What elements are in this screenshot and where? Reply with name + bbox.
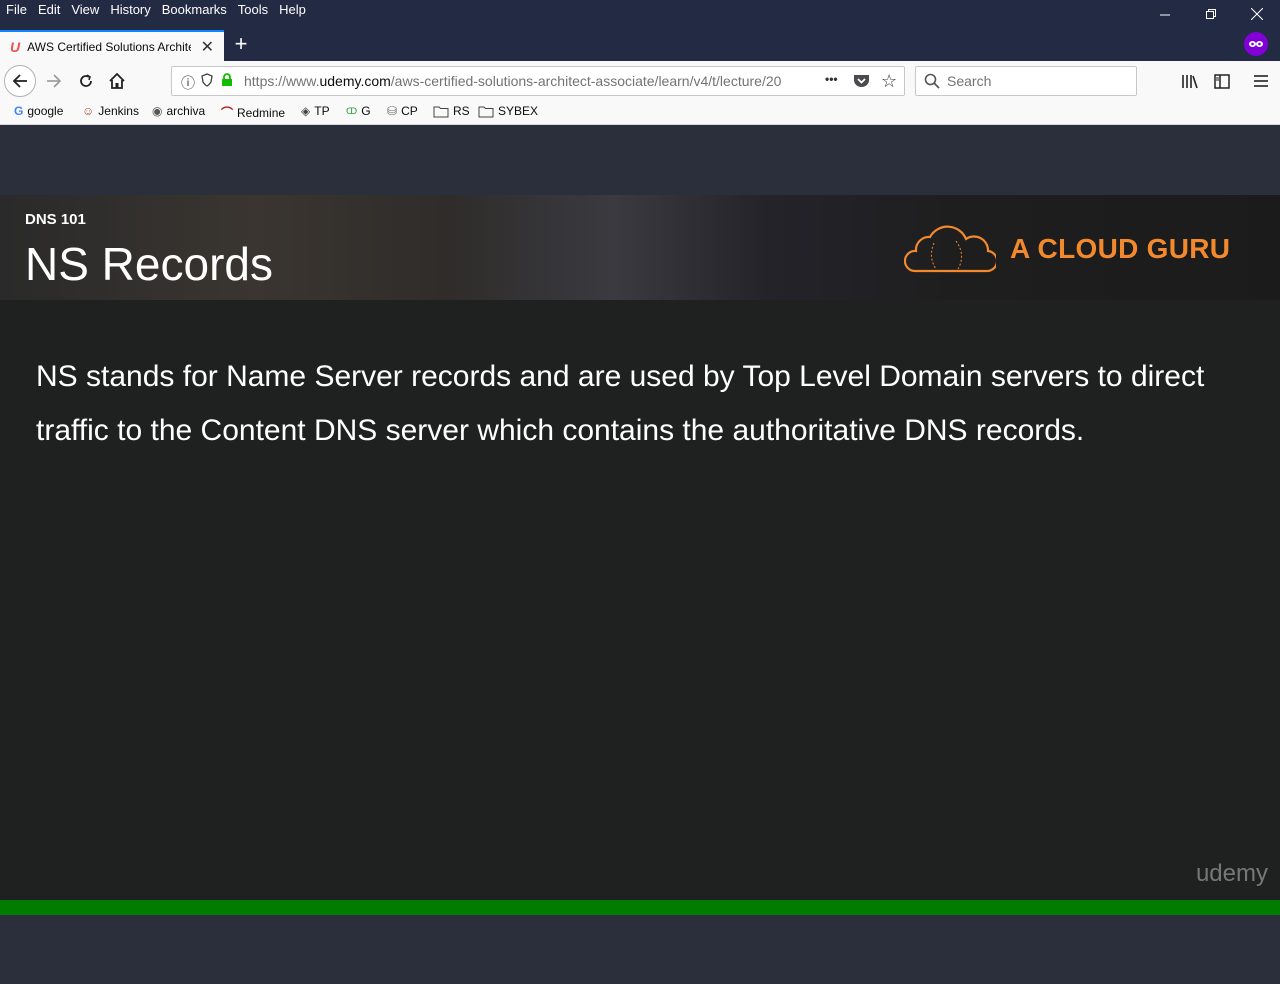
search-placeholder: Search xyxy=(947,73,992,89)
udemy-watermark: udemy xyxy=(1195,860,1268,887)
udemy-favicon-icon: U xyxy=(10,38,21,55)
url-prefix: https://www. xyxy=(244,73,320,89)
bookmark-label: RS xyxy=(453,104,470,118)
bookmark-folder-sybex[interactable]: SYBEX xyxy=(478,104,538,118)
page-actions-button[interactable]: ••• xyxy=(825,72,838,86)
archiva-icon: ◉ xyxy=(152,104,163,118)
video-player[interactable]: DNS 101 NS Records A CLOUD GURU NS stand… xyxy=(0,125,1280,984)
minimize-button[interactable] xyxy=(1142,0,1188,28)
sidebar-button[interactable] xyxy=(1207,66,1237,96)
bookmark-label: Redmine xyxy=(237,105,286,120)
sidebar-icon xyxy=(1214,73,1230,89)
slide-topic: DNS 101 xyxy=(25,211,86,228)
nav-bar: ⓘ https://www.udemy.com/aws-certified-so… xyxy=(0,61,1280,101)
search-input[interactable]: Search xyxy=(915,66,1137,96)
menu-bar: File Edit View History Bookmarks Tools H… xyxy=(0,0,1280,28)
hamburger-icon xyxy=(1254,75,1268,87)
a-cloud-guru-logo: A CLOUD GURU xyxy=(904,223,1230,275)
lock-icon[interactable] xyxy=(221,73,233,90)
slide-body: NS stands for Name Server records and ar… xyxy=(36,350,1266,458)
tab-bar: U AWS Certified Solutions Architect ✕ + xyxy=(0,28,1280,61)
google-icon: G xyxy=(14,104,24,118)
library-icon xyxy=(1182,75,1198,89)
window-close-button[interactable] xyxy=(1234,0,1280,28)
folder-icon xyxy=(478,106,494,117)
bookmark-label: CP xyxy=(401,104,418,118)
tab-close-icon[interactable]: ✕ xyxy=(201,37,214,57)
bookmark-label: Jenkins xyxy=(98,104,139,118)
cp-icon: ⛁ xyxy=(387,104,398,118)
redmine-icon: ⌒ xyxy=(221,106,234,120)
url-bar[interactable]: ⓘ https://www.udemy.com/aws-certified-so… xyxy=(171,66,905,96)
new-tab-button[interactable]: + xyxy=(230,31,252,57)
reload-button[interactable] xyxy=(71,66,101,96)
slide-banner: DNS 101 NS Records A CLOUD GURU xyxy=(0,195,1280,300)
tab-active[interactable]: U AWS Certified Solutions Architect ✕ xyxy=(0,30,224,61)
back-button[interactable] xyxy=(4,65,36,97)
restore-icon xyxy=(1205,8,1216,19)
bookmark-google[interactable]: G google xyxy=(14,104,63,118)
bookmark-redmine[interactable]: ⌒ Redmine xyxy=(221,104,285,121)
logo-text: A CLOUD GURU xyxy=(1010,233,1231,264)
video-progress-bar[interactable] xyxy=(0,900,1280,915)
hamburger-menu-button[interactable] xyxy=(1246,66,1276,96)
restore-button[interactable] xyxy=(1188,0,1234,28)
bookmark-label: google xyxy=(27,104,64,118)
bookmark-jenkins[interactable]: ☺ Jenkins xyxy=(82,104,139,118)
bookmark-g[interactable]: ↀ G xyxy=(346,104,371,118)
menu-help[interactable]: Help xyxy=(279,2,306,17)
tracking-shield-icon[interactable] xyxy=(201,73,213,90)
url-text[interactable]: https://www.udemy.com/aws-certified-solu… xyxy=(244,73,789,89)
slide-body-line: traffic to the Content DNS server which … xyxy=(36,414,1085,447)
bookmark-label: TP xyxy=(314,104,330,118)
folder-icon xyxy=(433,106,449,117)
menu-view[interactable]: View xyxy=(71,2,99,17)
bookmark-label: SYBEX xyxy=(498,104,539,118)
slide-heading: NS Records xyxy=(25,238,273,290)
bookmark-cp[interactable]: ⛁ CP xyxy=(387,104,418,118)
tab-title: AWS Certified Solutions Architect xyxy=(27,39,192,54)
menu-history[interactable]: History xyxy=(110,2,150,17)
bookmark-archiva[interactable]: ◉ archiva xyxy=(152,104,205,118)
forward-button[interactable] xyxy=(39,66,69,96)
bookmark-tp[interactable]: ◈ TP xyxy=(301,104,330,118)
slide-body-line: NS stands for Name Server records and ar… xyxy=(36,360,1205,393)
info-icon[interactable]: ⓘ xyxy=(181,73,195,93)
lecture-slide: DNS 101 NS Records A CLOUD GURU NS stand… xyxy=(0,195,1280,900)
search-icon xyxy=(924,73,940,89)
home-icon xyxy=(109,73,125,89)
menu-bookmarks[interactable]: Bookmarks xyxy=(162,2,227,17)
url-domain: udemy.com xyxy=(319,73,391,89)
bookmark-label: G xyxy=(361,104,371,118)
url-path: /aws-certified-solutions-architect-assoc… xyxy=(390,73,782,89)
menu-file[interactable]: File xyxy=(6,2,27,17)
home-button[interactable] xyxy=(102,66,132,96)
arrow-right-icon xyxy=(47,74,62,88)
pocket-icon[interactable] xyxy=(853,73,870,91)
g-bookmark-icon: ↀ xyxy=(346,105,358,116)
tp-icon: ◈ xyxy=(301,104,311,118)
close-icon xyxy=(1251,8,1263,20)
library-button[interactable] xyxy=(1175,66,1205,96)
bookmark-folder-rs[interactable]: RS xyxy=(433,104,470,118)
menu-edit[interactable]: Edit xyxy=(38,2,60,17)
minimize-icon xyxy=(1159,14,1170,15)
menu-list: File Edit View History Bookmarks Tools H… xyxy=(6,2,306,17)
arrow-left-icon xyxy=(12,74,27,88)
private-browsing-mask-icon xyxy=(1244,32,1268,56)
bookmark-label: archiva xyxy=(166,104,206,118)
reload-icon xyxy=(80,74,92,87)
jenkins-icon: ☺ xyxy=(82,104,95,118)
star-bookmark-icon[interactable]: ☆ xyxy=(881,71,897,92)
menu-tools[interactable]: Tools xyxy=(238,2,268,17)
cloud-logo-icon xyxy=(904,225,996,273)
bookmarks-toolbar: G google ☺ Jenkins ◉ archiva ⌒ Redmine ◈… xyxy=(0,101,1280,125)
